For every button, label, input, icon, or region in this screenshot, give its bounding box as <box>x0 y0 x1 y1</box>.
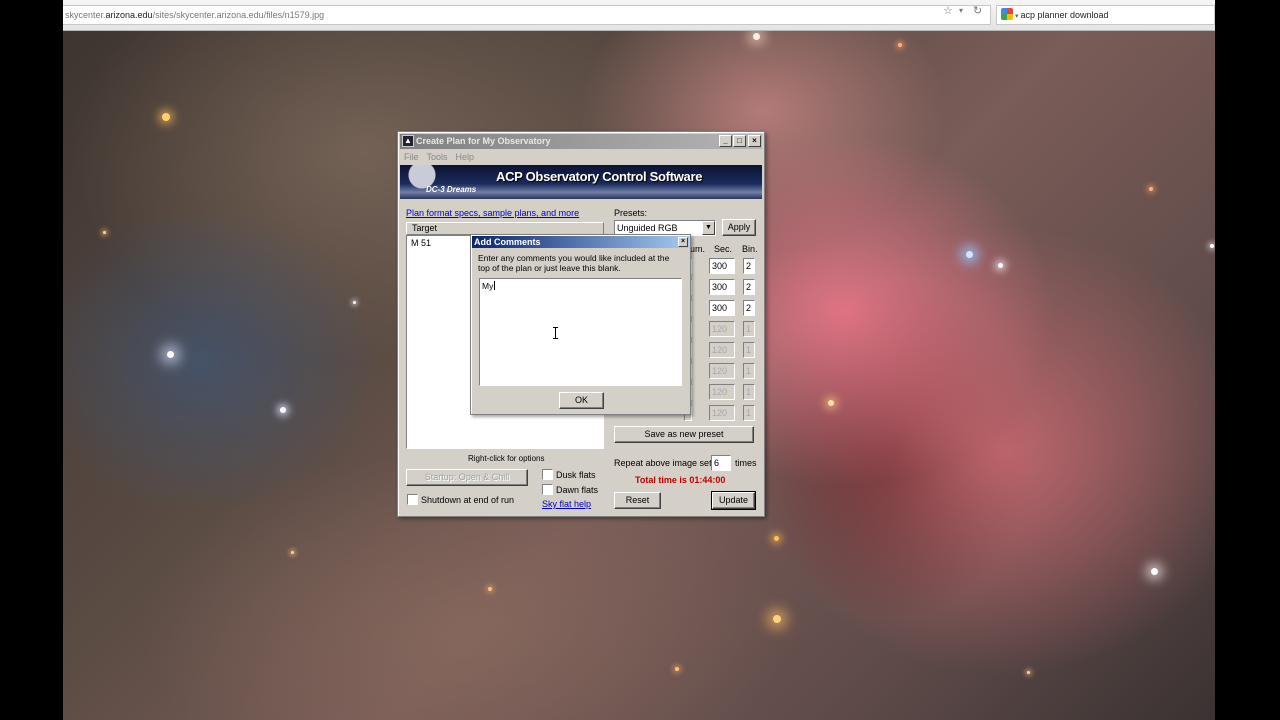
ok-button[interactable]: OK <box>559 392 604 409</box>
sec-field[interactable]: 300 <box>709 300 735 316</box>
dusk-flats-label: Dusk flats <box>556 470 596 480</box>
menu-tools[interactable]: Tools <box>423 150 452 164</box>
star <box>675 667 679 671</box>
star <box>280 407 286 413</box>
window-title: Create Plan for My Observatory <box>416 136 551 146</box>
bin-field: 1 <box>743 342 755 358</box>
star <box>162 113 170 121</box>
minimize-icon[interactable]: _ <box>719 135 732 147</box>
close-icon[interactable]: × <box>748 135 761 147</box>
startup-button: Startup: Open & Chill <box>406 469 528 486</box>
repeat-label: Repeat above image set <box>614 458 712 468</box>
bin-field[interactable]: 2 <box>743 258 755 274</box>
presets-label: Presets: <box>614 208 648 218</box>
sec-field: 120 <box>709 405 735 421</box>
star <box>898 43 902 47</box>
ibeam-cursor-icon <box>553 327 558 339</box>
dawn-flats-checkbox[interactable] <box>542 484 553 495</box>
reset-button[interactable]: Reset <box>614 492 661 509</box>
star <box>1151 568 1158 575</box>
sky-flat-help-link[interactable]: Sky flat help <box>542 499 591 509</box>
star <box>353 301 356 304</box>
bookmark-star-icon[interactable]: ☆ <box>943 4 953 17</box>
sec-field: 120 <box>709 342 735 358</box>
text-caret <box>494 281 496 290</box>
star <box>167 351 174 358</box>
browser-toolbar: skycenter.arizona.edu/sites/skycenter.ar… <box>63 0 1215 31</box>
banner-brand: DC-3 Dreams <box>426 185 477 194</box>
comments-textarea[interactable]: My <box>479 278 682 386</box>
bin-field: 1 <box>743 321 755 337</box>
bin-column-header: Bin. <box>742 244 758 254</box>
num-column-header: um. <box>690 244 706 254</box>
chevron-down-icon[interactable]: ▼ <box>702 221 715 235</box>
menu-help[interactable]: Help <box>452 150 479 164</box>
star <box>773 615 781 623</box>
total-time-label: Total time is 01:44:00 <box>635 475 726 485</box>
bin-field: 1 <box>743 405 755 421</box>
star <box>774 536 779 541</box>
window-titlebar[interactable]: ▲ Create Plan for My Observatory _ □ × <box>400 134 762 149</box>
acp-app-icon: ▲ <box>402 135 414 147</box>
address-bar[interactable]: skycenter.arizona.edu/sites/skycenter.ar… <box>63 5 991 25</box>
sec-field[interactable]: 300 <box>709 279 735 295</box>
comment-text: My <box>482 281 494 291</box>
search-text: acp planner download <box>1020 10 1109 20</box>
history-dropdown-icon[interactable]: ▾ <box>959 6 963 15</box>
add-comments-dialog: Add Comments × Enter any comments you wo… <box>470 234 691 415</box>
update-button[interactable]: Update <box>711 491 756 510</box>
star <box>1149 187 1153 191</box>
url-prefix: skycenter. <box>65 10 106 20</box>
bin-field[interactable]: 2 <box>743 279 755 295</box>
close-icon[interactable]: × <box>678 237 688 247</box>
dialog-titlebar[interactable]: Add Comments × <box>472 236 689 248</box>
reload-icon[interactable]: ↻ <box>973 4 982 17</box>
apply-button[interactable]: Apply <box>722 219 756 236</box>
shutdown-label: Shutdown at end of run <box>421 495 515 505</box>
menu-file[interactable]: File <box>400 150 423 164</box>
repeat-unit-label: times <box>735 458 757 468</box>
acp-banner: ACP Observatory Control Software DC-3 Dr… <box>400 165 762 199</box>
right-click-hint: Right-click for options <box>468 454 545 463</box>
save-preset-button[interactable]: Save as new preset <box>614 426 754 443</box>
maximize-icon[interactable]: □ <box>733 135 746 147</box>
url-path: /sites/skycenter.arizona.edu/files/n1579… <box>152 10 325 20</box>
repeat-count-field[interactable]: 6 <box>711 455 731 471</box>
bin-field: 1 <box>743 384 755 400</box>
star <box>828 400 834 406</box>
star <box>1027 671 1030 674</box>
sec-field[interactable]: 300 <box>709 258 735 274</box>
google-icon <box>1001 8 1013 20</box>
star <box>1210 244 1214 248</box>
url-domain-highlight: arizona.edu <box>105 10 153 20</box>
star <box>998 263 1003 268</box>
sec-column-header: Sec. <box>714 244 733 254</box>
shutdown-checkbox[interactable] <box>407 494 418 505</box>
sec-field: 120 <box>709 363 735 379</box>
dawn-flats-label: Dawn flats <box>556 485 599 495</box>
star <box>753 33 760 40</box>
dusk-flats-checkbox[interactable] <box>542 469 553 480</box>
star <box>488 587 492 591</box>
sec-field: 120 <box>709 384 735 400</box>
menu-bar: File Tools Help <box>400 150 478 164</box>
star <box>103 231 106 234</box>
bin-field[interactable]: 2 <box>743 300 755 316</box>
target-item[interactable]: M 51 <box>411 238 431 248</box>
plan-format-link[interactable]: Plan format specs, sample plans, and mor… <box>406 208 579 218</box>
bin-field: 1 <box>743 363 755 379</box>
search-box[interactable]: ▾ acp planner download <box>996 5 1215 25</box>
dialog-title: Add Comments <box>474 237 541 247</box>
dialog-instructions: Enter any comments you would like includ… <box>478 253 670 273</box>
banner-title: ACP Observatory Control Software <box>496 169 703 184</box>
preset-value: Unguided RGB <box>617 223 678 233</box>
star <box>291 551 294 554</box>
star <box>966 251 973 258</box>
sec-field: 120 <box>709 321 735 337</box>
